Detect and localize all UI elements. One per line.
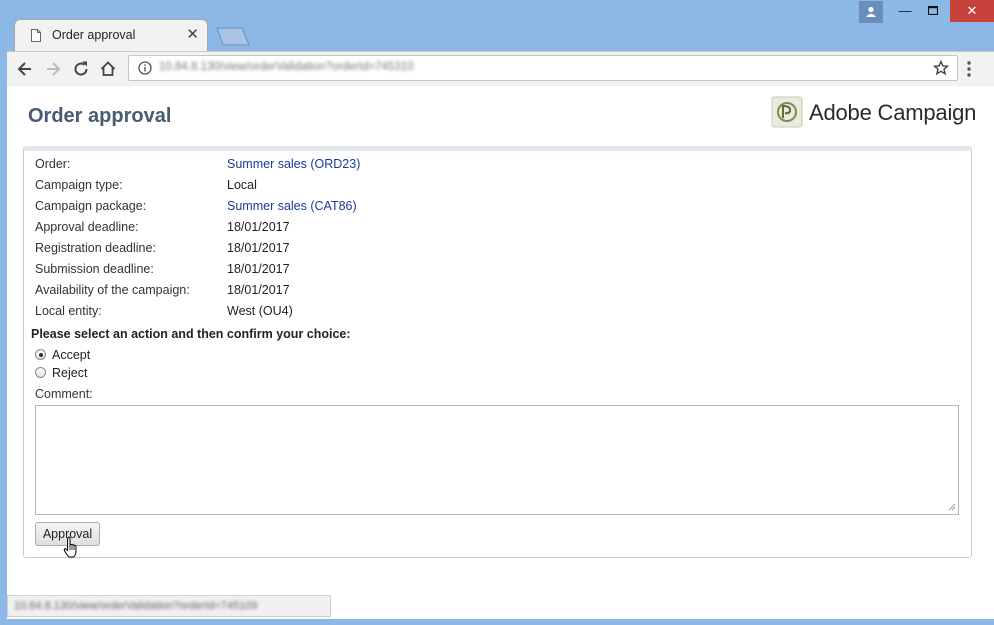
detail-value: 18/01/2017 <box>227 262 290 276</box>
info-icon[interactable] <box>138 61 152 75</box>
detail-link[interactable]: Summer sales (CAT86) <box>227 199 357 213</box>
order-details-panel: Order: Summer sales (ORD23) Campaign type:… <box>23 146 972 558</box>
resize-grip-icon[interactable] <box>948 503 956 511</box>
document-icon <box>31 29 41 42</box>
detail-value: 18/01/2017 <box>227 283 290 297</box>
reject-radio[interactable] <box>35 367 46 378</box>
accept-label[interactable]: Accept <box>52 348 90 362</box>
action-prompt: Please select an action and then confirm… <box>31 327 351 341</box>
home-icon[interactable] <box>98 59 118 79</box>
close-window-button[interactable]: ✕ <box>950 0 994 22</box>
status-url: 10.84.8.130/view/orderValidation?orderId… <box>14 600 258 612</box>
comment-label: Comment: <box>35 387 93 401</box>
accept-radio[interactable] <box>35 349 46 360</box>
hand-cursor-icon <box>63 536 77 558</box>
detail-label: Submission deadline: <box>35 262 154 276</box>
tab-title: Order approval <box>52 28 136 42</box>
detail-label: Approval deadline: <box>35 220 139 234</box>
status-bar: 10.84.8.130/view/orderValidation?orderId… <box>7 595 331 617</box>
bookmark-star-icon[interactable] <box>933 60 949 76</box>
detail-link[interactable]: Summer sales (ORD23) <box>227 157 360 171</box>
back-arrow-icon[interactable] <box>15 59 35 79</box>
detail-label: Availability of the campaign: <box>35 283 190 297</box>
adobe-campaign-logo: Adobe Campaign <box>771 96 976 133</box>
url-text: 10.84.8.130/view/orderValidation?orderId… <box>159 61 414 73</box>
profile-button[interactable] <box>859 1 883 23</box>
menu-dots-icon[interactable] <box>965 60 973 78</box>
address-bar[interactable]: 10.84.8.130/view/orderValidation?orderId… <box>128 55 958 81</box>
new-tab-button[interactable] <box>216 27 250 46</box>
maximize-icon <box>927 5 939 16</box>
tab-close-icon[interactable]: ✕ <box>186 26 199 44</box>
detail-label: Local entity: <box>35 304 102 318</box>
title-bar: Order approval ✕ — ✕ <box>0 0 994 52</box>
detail-label: Campaign type: <box>35 178 123 192</box>
detail-label: Campaign package: <box>35 199 147 213</box>
detail-value: Local <box>227 178 257 192</box>
reload-icon[interactable] <box>71 59 91 79</box>
forward-arrow-icon[interactable] <box>43 59 63 79</box>
user-icon <box>866 6 876 17</box>
detail-value: 18/01/2017 <box>227 220 290 234</box>
browser-tab[interactable]: Order approval ✕ <box>14 19 208 52</box>
comment-textarea[interactable] <box>35 405 959 515</box>
maximize-button[interactable] <box>918 0 948 22</box>
browser-toolbar: 10.84.8.130/view/orderValidation?orderId… <box>7 51 994 86</box>
detail-value: West (OU4) <box>227 304 293 318</box>
reject-label[interactable]: Reject <box>52 366 87 380</box>
page-content: Order approval Adobe Campaign Order: Summ… <box>7 86 994 619</box>
detail-value: 18/01/2017 <box>227 241 290 255</box>
logo-text: Adobe Campaign <box>809 100 977 125</box>
campaign-logo-icon <box>771 96 803 128</box>
detail-label: Registration deadline: <box>35 241 156 255</box>
detail-label: Order: <box>35 157 71 171</box>
minimize-button[interactable]: — <box>890 0 920 22</box>
page-title: Order approval <box>28 105 172 127</box>
